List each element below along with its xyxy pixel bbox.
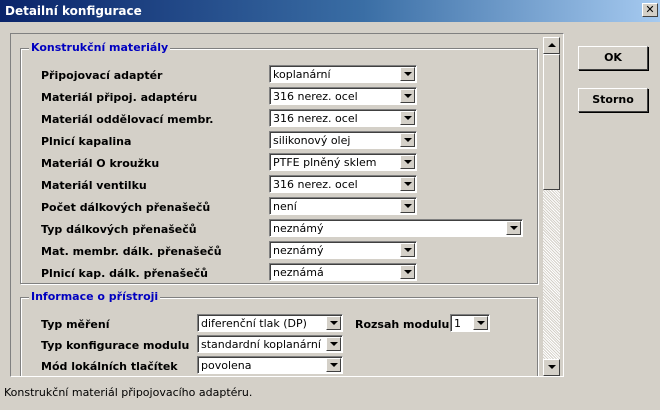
chevron-down-icon[interactable] xyxy=(326,337,341,351)
oring-material-value: PTFE plněný sklem xyxy=(273,156,377,169)
membrane-material-select[interactable]: 316 nerez. ocel xyxy=(269,109,417,127)
label-local-buttons: Mód lokálních tlačítek xyxy=(41,360,178,373)
status-bar: Konstrukční materiál připojovacího adapt… xyxy=(0,383,660,403)
adapter-material-select[interactable]: 316 nerez. ocel xyxy=(269,87,417,105)
chevron-down-icon[interactable] xyxy=(400,133,415,147)
label-adapter-material: Materiál připoj. adaptéru xyxy=(41,91,198,104)
adapter-select[interactable]: koplanární xyxy=(269,65,417,83)
ok-button[interactable]: OK xyxy=(578,46,648,70)
local-buttons-select[interactable]: povolena xyxy=(197,356,343,374)
chevron-down-icon[interactable] xyxy=(400,89,415,103)
label-membrane-material: Materiál oddělovací membr. xyxy=(41,113,214,126)
label-adapter: Připojovací adaptér xyxy=(41,69,163,82)
dialog-window: Detailní konfigurace ✕ Konstrukční mater… xyxy=(0,0,660,410)
remote-seal-type-value: neznámý xyxy=(273,222,324,235)
device-info-group-title: Informace o přístroji xyxy=(29,290,161,303)
chevron-up-icon xyxy=(548,43,556,47)
chevron-down-icon[interactable] xyxy=(400,265,415,279)
measurement-type-value: diferenční tlak (DP) xyxy=(201,317,307,330)
chevron-down-icon[interactable] xyxy=(326,358,341,372)
chevron-down-icon[interactable] xyxy=(473,316,488,330)
membrane-material-value: 316 nerez. ocel xyxy=(273,112,358,125)
remote-seal-fill-value: neznámá xyxy=(273,266,324,279)
chevron-down-icon xyxy=(548,365,556,369)
module-config-value: standardní koplanární (C xyxy=(201,338,325,351)
remote-seal-count-value: není xyxy=(273,200,297,213)
oring-material-select[interactable]: PTFE plněný sklem xyxy=(269,153,417,171)
fill-fluid-select[interactable]: silikonový olej xyxy=(269,131,417,149)
measurement-type-select[interactable]: diferenční tlak (DP) xyxy=(197,314,343,332)
chevron-down-icon[interactable] xyxy=(400,155,415,169)
label-remote-seal-fill: Plnicí kap. dálk. přenašečů xyxy=(41,267,208,280)
chevron-down-icon[interactable] xyxy=(400,177,415,191)
remote-seal-membrane-select[interactable]: neznámý xyxy=(269,241,417,259)
materials-group-title: Konstrukční materiály xyxy=(29,41,171,54)
label-fill-fluid: Plnicí kapalina xyxy=(41,135,132,148)
window-title: Detailní konfigurace xyxy=(5,4,142,18)
module-config-select[interactable]: standardní koplanární (C xyxy=(197,335,343,353)
close-icon[interactable]: ✕ xyxy=(642,3,658,17)
remote-seal-type-select[interactable]: neznámý xyxy=(269,219,523,237)
adapter-material-value: 316 nerez. ocel xyxy=(273,90,358,103)
label-remote-seal-type: Typ dálkových přenašečů xyxy=(41,223,197,236)
cancel-button[interactable]: Storno xyxy=(578,88,648,112)
remote-seal-membrane-value: neznámý xyxy=(273,244,324,257)
chevron-down-icon[interactable] xyxy=(506,221,521,235)
chevron-down-icon[interactable] xyxy=(326,316,341,330)
title-bar[interactable]: Detailní konfigurace ✕ xyxy=(0,0,660,22)
module-range-value: 1 xyxy=(454,317,461,330)
valve-material-select[interactable]: 316 nerez. ocel xyxy=(269,175,417,193)
chevron-down-icon[interactable] xyxy=(400,199,415,213)
vertical-scrollbar[interactable] xyxy=(543,37,560,376)
scroll-up-button[interactable] xyxy=(543,37,560,54)
scroll-thumb[interactable] xyxy=(543,54,560,190)
label-oring-material: Materiál O kroužku xyxy=(41,157,160,170)
chevron-down-icon[interactable] xyxy=(400,67,415,81)
label-measurement-type: Typ měření xyxy=(41,318,110,331)
chevron-down-icon[interactable] xyxy=(400,243,415,257)
config-pane: Konstrukční materiály Připojovací adapté… xyxy=(10,33,564,377)
label-remote-seal-count: Počet dálkových přenašečů xyxy=(41,201,211,214)
label-module-range: Rozsah modulu xyxy=(355,318,450,331)
label-module-config: Typ konfigurace modulu xyxy=(41,339,190,352)
remote-seal-fill-select[interactable]: neznámá xyxy=(269,263,417,281)
fill-fluid-value: silikonový olej xyxy=(273,134,351,147)
local-buttons-value: povolena xyxy=(201,359,252,372)
chevron-down-icon[interactable] xyxy=(400,111,415,125)
label-remote-seal-membrane: Mat. membr. dálk. přenašečů xyxy=(41,245,222,258)
status-text: Konstrukční materiál připojovacího adapt… xyxy=(4,386,253,399)
adapter-value: koplanární xyxy=(273,68,331,81)
valve-material-value: 316 nerez. ocel xyxy=(273,178,358,191)
remote-seal-count-select[interactable]: není xyxy=(269,197,417,215)
module-range-select[interactable]: 1 xyxy=(450,314,490,332)
label-valve-material: Materiál ventilku xyxy=(41,179,147,192)
scroll-down-button[interactable] xyxy=(543,359,560,376)
